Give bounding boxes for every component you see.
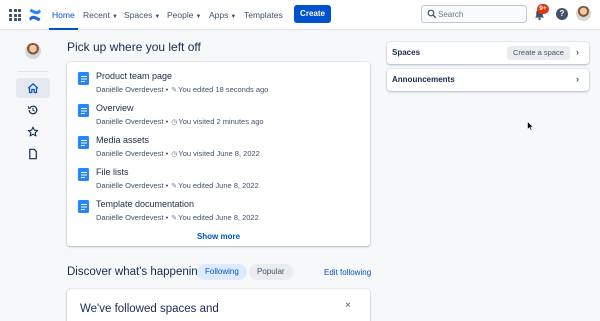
page-icon (29, 148, 37, 160)
tab-following[interactable]: Following (197, 264, 247, 280)
item-title[interactable]: Product team page (96, 71, 172, 81)
nav-spaces[interactable]: Spaces ▼ (119, 6, 165, 24)
sidebar-item-home[interactable] (16, 78, 50, 98)
top-navigation-bar: Home Recent ▼ Spaces ▼ People ▼ Apps ▼ Templ… (0, 0, 600, 30)
followed-spaces-card: We've followed spaces and × (67, 289, 370, 321)
document-icon (78, 72, 89, 85)
item-author: Daniëlle Overdevest (96, 149, 164, 158)
item-activity: You visited June 8, 2022 (178, 149, 260, 158)
sidebar-item-starred[interactable] (16, 122, 50, 142)
item-author: Daniëlle Overdevest (96, 85, 164, 94)
announcements-panel[interactable]: Announcements › (387, 69, 589, 91)
item-author: Daniëlle Overdevest (96, 213, 164, 222)
item-meta: Daniëlle Overdevest • ◷You visited June 8… (96, 149, 260, 158)
item-title[interactable]: Media assets (96, 135, 149, 145)
nav-people[interactable]: People ▼ (162, 6, 206, 24)
list-item[interactable]: Product team page Daniëlle Overdevest • ✎… (78, 70, 363, 98)
notification-badge: 9+ (537, 4, 549, 14)
chevron-down-icon: ▼ (154, 14, 161, 20)
nav-people-label: People (167, 10, 194, 20)
spaces-panel[interactable]: Spaces Create a space › (387, 42, 589, 64)
nav-home-label: Home (52, 10, 75, 20)
chevron-right-icon[interactable]: › (576, 74, 579, 84)
edit-following-link[interactable]: Edit following (324, 268, 371, 277)
item-meta: Daniëlle Overdevest • ✎You edited 18 seco… (96, 85, 269, 94)
home-icon (27, 83, 39, 94)
avatar[interactable] (25, 43, 41, 59)
clock-icon: ◷ (171, 151, 178, 158)
list-item[interactable]: Template documentation Daniëlle Overdeve… (78, 198, 363, 226)
nav-templates[interactable]: Templates (239, 6, 288, 24)
edit-icon: ✎ (171, 87, 178, 94)
item-title[interactable]: File lists (96, 167, 129, 177)
search-box[interactable] (421, 5, 527, 23)
followed-card-text: We've followed spaces and (80, 303, 219, 315)
nav-templates-label: Templates (244, 10, 283, 20)
chevron-right-icon[interactable]: › (576, 47, 579, 57)
create-button[interactable]: Create (294, 5, 331, 23)
sidebar-item-recent[interactable] (16, 100, 50, 120)
nav-apps[interactable]: Apps ▼ (204, 6, 241, 24)
item-author: Daniëlle Overdevest (96, 117, 164, 126)
nav-recent[interactable]: Recent ▼ (78, 6, 123, 24)
clock-icon: ◷ (171, 119, 178, 126)
item-title[interactable]: Overview (96, 103, 134, 113)
divider (18, 71, 48, 72)
list-item[interactable]: Overview Daniëlle Overdevest • ◷You visit… (78, 102, 363, 130)
close-icon[interactable]: × (345, 300, 351, 311)
recent-pages-card: Product team page Daniëlle Overdevest • ✎… (67, 62, 370, 246)
announcements-label: Announcements (392, 75, 455, 84)
search-icon (427, 9, 437, 19)
search-input[interactable] (438, 7, 523, 21)
help-icon[interactable]: ? (556, 8, 568, 20)
list-item[interactable]: File lists Daniëlle Overdevest • ✎You edi… (78, 166, 363, 194)
left-sidebar (0, 31, 60, 321)
item-activity: You edited 18 seconds ago (178, 85, 269, 94)
item-meta: Daniëlle Overdevest • ◷You visited 2 minu… (96, 117, 264, 126)
spaces-label: Spaces (392, 48, 421, 57)
create-space-button[interactable]: Create a space (507, 46, 570, 60)
document-icon (78, 200, 89, 213)
chevron-down-icon: ▼ (230, 14, 237, 20)
history-icon (27, 105, 38, 115)
item-title[interactable]: Template documentation (96, 199, 194, 209)
item-meta: Daniëlle Overdevest • ✎You edited June 8,… (96, 181, 259, 190)
mouse-cursor-icon (527, 121, 535, 131)
item-activity: You visited 2 minutes ago (178, 117, 264, 126)
item-meta: Daniëlle Overdevest • ✎You edited June 8,… (96, 213, 259, 222)
nav-spaces-label: Spaces (124, 10, 153, 20)
page-title: Pick up where you left off (67, 40, 201, 54)
item-activity: You edited June 8, 2022 (178, 213, 259, 222)
item-activity: You edited June 8, 2022 (178, 181, 259, 190)
chevron-down-icon: ▼ (111, 14, 118, 20)
sidebar-item-pages[interactable] (16, 144, 50, 164)
show-more-button[interactable]: Show more (67, 232, 370, 241)
star-icon (27, 126, 39, 137)
profile-avatar[interactable] (576, 6, 591, 21)
edit-icon: ✎ (171, 215, 178, 222)
document-icon (78, 136, 89, 149)
chevron-down-icon: ▼ (195, 14, 202, 20)
nav-recent-label: Recent (83, 10, 110, 20)
tab-popular[interactable]: Popular (249, 264, 293, 280)
document-icon (78, 104, 89, 117)
document-icon (78, 168, 89, 181)
app-switcher-icon[interactable] (9, 9, 21, 21)
nav-home[interactable]: Home (47, 6, 80, 30)
nav-apps-label: Apps (209, 10, 229, 20)
edit-icon: ✎ (171, 183, 178, 190)
discover-heading: Discover what's happening (67, 266, 205, 278)
item-author: Daniëlle Overdevest (96, 181, 164, 190)
confluence-logo-icon[interactable] (27, 7, 43, 23)
list-item[interactable]: Media assets Daniëlle Overdevest • ◷You v… (78, 134, 363, 162)
